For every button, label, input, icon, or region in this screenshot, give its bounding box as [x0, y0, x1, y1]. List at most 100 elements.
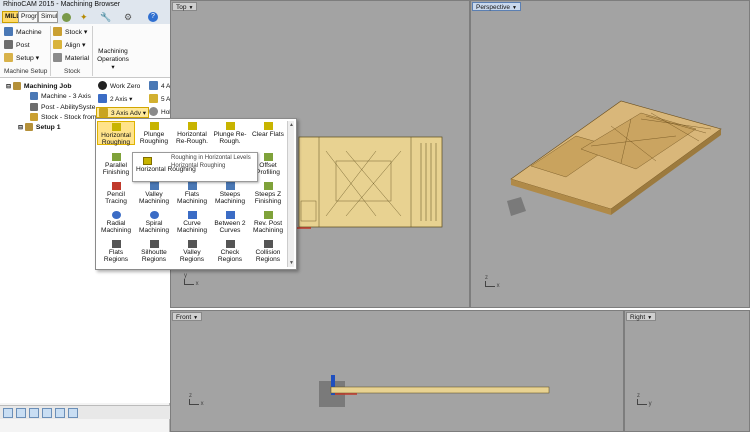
- machining-operations-button[interactable]: Machining Operations ▾: [95, 48, 131, 72]
- menu-item-valley-regions[interactable]: Valley Regions: [173, 239, 211, 263]
- menu-item-pencil-tracing[interactable]: Pencil Tracing: [97, 181, 135, 205]
- menu-scrollbar[interactable]: ▲ ▼: [287, 121, 294, 267]
- tools-icon[interactable]: [16, 408, 26, 418]
- scroll-up-icon[interactable]: ▲: [289, 122, 294, 128]
- scroll-down-icon[interactable]: ▼: [289, 260, 294, 266]
- menu-item-collision-regions[interactable]: Collision Regions: [249, 239, 287, 263]
- viewport-front[interactable]: Front ▼ z x: [170, 310, 624, 432]
- tab-simulate[interactable]: Simulat: [38, 11, 58, 23]
- feeds-icon[interactable]: [29, 408, 39, 418]
- menu-item-horizontal-roughing[interactable]: Horizontal Roughing: [97, 121, 135, 146]
- menu-item-spiral-machining[interactable]: Spiral Machining: [135, 210, 173, 234]
- tab-program[interactable]: Prograr: [18, 11, 38, 23]
- between-2-curves-icon: [225, 211, 235, 219]
- clear-flats-icon: [263, 122, 273, 130]
- four-axis-icon: [149, 81, 158, 90]
- three-axis-adv-menu: Horizontal Roughing Plunge Roughing Hori…: [95, 118, 297, 270]
- offset-profiling-icon: [263, 153, 273, 161]
- menu-item-rev-post-machining[interactable]: Rev. Post Machining: [249, 210, 287, 234]
- menu-item-parallel-finishing[interactable]: Parallel Finishing: [97, 152, 135, 176]
- help-icon[interactable]: ?: [148, 12, 158, 22]
- axis-indicator-front: z x: [189, 393, 204, 407]
- menu-item-curve-machining[interactable]: Curve Machining: [173, 210, 211, 234]
- work-zero-icon: [98, 81, 107, 90]
- viewport-label-right[interactable]: Right ▼: [626, 312, 657, 321]
- menu-item-silhoutte-regions[interactable]: Silhoutte Regions: [135, 239, 173, 263]
- post-button[interactable]: Post: [4, 40, 30, 52]
- work-zero-button[interactable]: Work Zero: [96, 81, 142, 92]
- stock-icon: [30, 113, 38, 121]
- setup-button[interactable]: Setup ▾: [4, 53, 39, 65]
- perspective-part-model: [507, 100, 722, 216]
- tree-item-machining-job[interactable]: ⊟ Machining Job: [6, 82, 72, 92]
- post-output-icon[interactable]: [68, 408, 78, 418]
- radial-machining-icon: [111, 211, 121, 219]
- three-axis-adv-button[interactable]: 3 Axis Adv ▾: [96, 107, 150, 118]
- menu-item-clear-flats[interactable]: Clear Flats: [249, 121, 287, 145]
- two-axis-button[interactable]: 2 Axis ▾: [96, 94, 134, 105]
- front-view-part-drawing: [319, 375, 550, 407]
- menu-item-plunge-rerough[interactable]: Plunge Re-Rough.: [211, 121, 249, 145]
- menu-item-valley-machining[interactable]: Valley Machining: [135, 181, 173, 205]
- axis-indicator-perspective: z x: [485, 275, 500, 289]
- valley-regions-icon: [187, 240, 197, 248]
- five-axis-icon: [149, 94, 158, 103]
- stock-icon: [53, 27, 62, 36]
- tooltip-description: Horizontal Roughing: [171, 163, 226, 169]
- ribbon: Machine Post Setup ▾ Machine Setup Stock…: [0, 24, 170, 78]
- wrench-icon[interactable]: 🔧: [100, 13, 111, 22]
- setup-icon: [4, 53, 13, 62]
- menu-item-horizontal-rerough[interactable]: Horizontal Re-Rough.: [173, 121, 211, 145]
- ribbon-separator: [92, 26, 93, 76]
- job-icon: [12, 82, 21, 90]
- check-regions-icon: [225, 240, 235, 248]
- holes-icon: [149, 107, 158, 116]
- pencil-tracing-icon: [111, 182, 121, 190]
- star-icon[interactable]: ✦: [80, 13, 89, 22]
- tree-item-post[interactable]: Post - AbilitySyste: [30, 103, 95, 113]
- machine-button[interactable]: Machine: [4, 27, 42, 39]
- three-axis-adv-icon: [99, 108, 108, 117]
- menu-item-radial-machining[interactable]: Radial Machining: [97, 210, 135, 234]
- menu-item-steeps-z-finishing[interactable]: Steeps Z Finishing: [249, 181, 287, 205]
- axis-indicator-top: y x: [184, 273, 199, 287]
- stock-button[interactable]: Stock ▾: [53, 27, 87, 39]
- machine-icon: [4, 27, 13, 36]
- menu-item-steeps-machining[interactable]: Steeps Machining: [211, 181, 249, 205]
- curve-machining-icon: [187, 211, 197, 219]
- setup-icon: [24, 123, 33, 131]
- tree-item-stock[interactable]: Stock - Stock from: [30, 113, 97, 123]
- browser-bottom-toolbar: [0, 405, 170, 419]
- tree-item-setup[interactable]: ⊟ Setup 1: [18, 123, 60, 133]
- parallel-finishing-icon: [111, 153, 121, 161]
- ribbon-separator: [50, 26, 51, 76]
- simulate-icon[interactable]: [42, 408, 52, 418]
- horizontal-roughing-icon: [111, 123, 121, 131]
- menu-item-between-2-curves[interactable]: Between 2 Curves: [211, 210, 249, 234]
- two-axis-icon: [98, 94, 107, 103]
- mops-icon[interactable]: [3, 408, 13, 418]
- steeps-machining-icon: [225, 182, 235, 190]
- tree-item-machine[interactable]: Machine - 3 Axis: [30, 92, 91, 102]
- menu-item-flats-regions[interactable]: Flats Regions: [97, 239, 135, 263]
- settings-icon[interactable]: ⚙: [124, 13, 133, 22]
- viewport-right[interactable]: Right ▼ z y: [624, 310, 750, 432]
- spiral-machining-icon: [149, 211, 159, 219]
- flats-machining-icon: [187, 182, 197, 190]
- viewport-perspective[interactable]: Perspective ▼ z x: [470, 0, 750, 308]
- valley-machining-icon: [149, 182, 159, 190]
- horizontal-roughing-icon: [143, 157, 152, 165]
- gear-icon[interactable]: [62, 13, 71, 22]
- material-button[interactable]: Material: [53, 53, 89, 65]
- menu-item-check-regions[interactable]: Check Regions: [211, 239, 249, 263]
- regions-icon[interactable]: [55, 408, 65, 418]
- align-button[interactable]: Align ▾: [53, 40, 85, 52]
- menu-item-flats-machining[interactable]: Flats Machining: [173, 181, 211, 205]
- silhoutte-regions-icon: [149, 240, 159, 248]
- horizontal-roughing-tooltip: Horizontal Roughing Roughing in Horizont…: [132, 152, 258, 182]
- menu-item-plunge-roughing[interactable]: Plunge Roughing: [135, 121, 173, 145]
- align-icon: [53, 40, 62, 49]
- post-icon: [4, 40, 13, 49]
- plunge-roughing-icon: [149, 122, 159, 130]
- flats-regions-icon: [111, 240, 121, 248]
